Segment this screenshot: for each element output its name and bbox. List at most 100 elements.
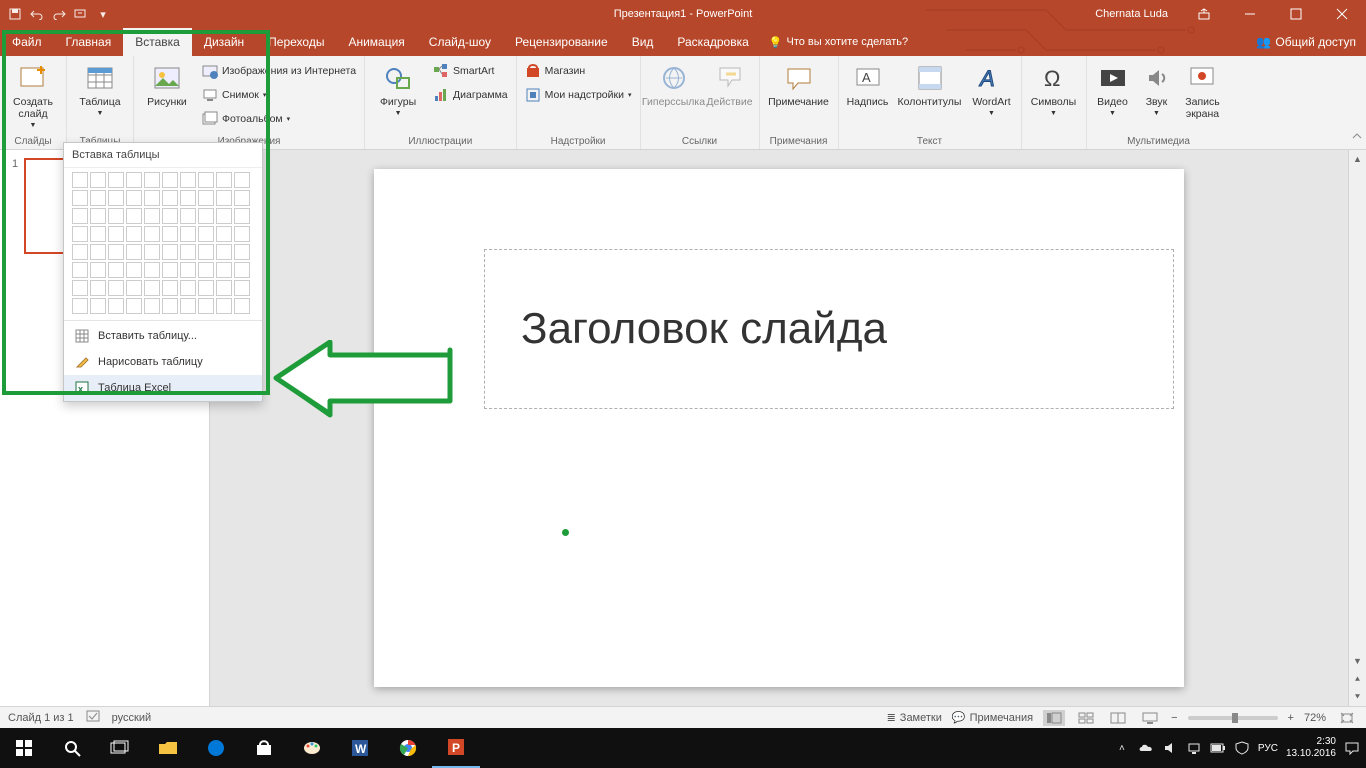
language-indicator[interactable]: русский (112, 712, 151, 724)
grid-cell[interactable] (90, 244, 106, 260)
title-placeholder[interactable]: Заголовок слайда (484, 249, 1174, 409)
grid-cell[interactable] (162, 244, 178, 260)
grid-cell[interactable] (90, 226, 106, 242)
header-footer-button[interactable]: Колонтитулы (895, 58, 965, 134)
grid-cell[interactable] (126, 262, 142, 278)
tab-home[interactable]: Главная (54, 28, 124, 56)
chart-button[interactable]: Диаграмма (429, 84, 512, 106)
wordart-button[interactable]: A WordArt ▼ (967, 58, 1017, 134)
vertical-scrollbar[interactable]: ▲ ▼ ⯅ ⯆ (1348, 150, 1366, 706)
file-explorer-icon[interactable] (144, 728, 192, 768)
grid-cell[interactable] (90, 208, 106, 224)
grid-cell[interactable] (90, 298, 106, 314)
tab-insert[interactable]: Вставка (123, 28, 192, 56)
textbox-button[interactable]: A Надпись (843, 58, 893, 134)
grid-cell[interactable] (72, 298, 88, 314)
smartart-button[interactable]: SmartArt (429, 60, 512, 82)
tell-me-search[interactable]: 💡 Что вы хотите сделать? (761, 28, 916, 56)
close-button[interactable] (1322, 0, 1362, 28)
symbols-button[interactable]: Ω Символы ▼ (1026, 58, 1082, 134)
online-pictures-button[interactable]: Изображения из Интернета (198, 60, 360, 82)
grid-cell[interactable] (198, 190, 214, 206)
grid-cell[interactable] (234, 226, 250, 242)
grid-cell[interactable] (162, 172, 178, 188)
reading-view-button[interactable] (1107, 710, 1129, 726)
grid-cell[interactable] (216, 172, 232, 188)
grid-cell[interactable] (234, 172, 250, 188)
scroll-up-icon[interactable]: ▲ (1349, 150, 1366, 168)
zoom-out-button[interactable]: − (1171, 712, 1177, 724)
task-view-icon[interactable] (96, 728, 144, 768)
edge-icon[interactable] (192, 728, 240, 768)
grid-cell[interactable] (144, 208, 160, 224)
video-button[interactable]: Видео ▼ (1091, 58, 1135, 134)
shapes-button[interactable]: Фигуры ▼ (369, 58, 427, 134)
insert-table-menu-item[interactable]: Вставить таблицу... (64, 323, 262, 349)
scroll-down-icon[interactable]: ▼ (1349, 652, 1366, 670)
grid-cell[interactable] (162, 298, 178, 314)
tab-design[interactable]: Дизайн (192, 28, 256, 56)
grid-cell[interactable] (180, 172, 196, 188)
grid-cell[interactable] (108, 244, 124, 260)
grid-cell[interactable] (126, 280, 142, 296)
slide-counter[interactable]: Слайд 1 из 1 (8, 712, 74, 724)
store-taskbar-icon[interactable] (240, 728, 288, 768)
onedrive-icon[interactable] (1138, 740, 1154, 756)
grid-cell[interactable] (180, 208, 196, 224)
save-icon[interactable] (8, 7, 22, 21)
grid-cell[interactable] (198, 226, 214, 242)
grid-cell[interactable] (198, 298, 214, 314)
tab-storyboard[interactable]: Раскадровка (665, 28, 760, 56)
tray-chevron-icon[interactable]: ˄ (1114, 740, 1130, 756)
grid-cell[interactable] (216, 244, 232, 260)
grid-cell[interactable] (216, 298, 232, 314)
tab-file[interactable]: Файл (0, 28, 54, 56)
normal-view-button[interactable] (1043, 710, 1065, 726)
battery-icon[interactable] (1210, 740, 1226, 756)
tab-review[interactable]: Рецензирование (503, 28, 620, 56)
redo-icon[interactable] (52, 7, 66, 21)
action-center-icon[interactable] (1344, 740, 1360, 756)
grid-cell[interactable] (108, 226, 124, 242)
grid-cell[interactable] (90, 262, 106, 278)
prev-slide-icon[interactable]: ⯅ (1349, 670, 1366, 688)
language-indicator-tray[interactable]: РУС (1258, 743, 1278, 754)
grid-cell[interactable] (180, 298, 196, 314)
table-grid-picker[interactable] (64, 168, 262, 318)
grid-cell[interactable] (162, 262, 178, 278)
grid-cell[interactable] (72, 208, 88, 224)
grid-cell[interactable] (234, 298, 250, 314)
grid-cell[interactable] (162, 190, 178, 206)
spellcheck-icon[interactable] (86, 709, 100, 726)
minimize-button[interactable] (1230, 0, 1270, 28)
network-icon[interactable] (1186, 740, 1202, 756)
grid-cell[interactable] (108, 280, 124, 296)
hyperlink-button[interactable]: Гиперссылка (645, 58, 703, 134)
powerpoint-taskbar-icon[interactable]: P (432, 728, 480, 768)
user-name[interactable]: Chernata Luda (1095, 8, 1178, 20)
maximize-button[interactable] (1276, 0, 1316, 28)
tab-transitions[interactable]: Переходы (256, 28, 336, 56)
slide[interactable]: Заголовок слайда (374, 169, 1184, 687)
grid-cell[interactable] (90, 280, 106, 296)
grid-cell[interactable] (126, 244, 142, 260)
grid-cell[interactable] (144, 244, 160, 260)
grid-cell[interactable] (198, 208, 214, 224)
word-icon[interactable]: W (336, 728, 384, 768)
action-button[interactable]: Действие (705, 58, 755, 134)
grid-cell[interactable] (144, 280, 160, 296)
grid-cell[interactable] (144, 172, 160, 188)
tab-slideshow[interactable]: Слайд-шоу (417, 28, 503, 56)
grid-cell[interactable] (162, 280, 178, 296)
grid-cell[interactable] (198, 280, 214, 296)
grid-cell[interactable] (108, 298, 124, 314)
comment-button[interactable]: Примечание (764, 58, 834, 134)
undo-icon[interactable] (30, 7, 44, 21)
my-addins-button[interactable]: Мои надстройки ▾ (521, 84, 636, 106)
grid-cell[interactable] (216, 226, 232, 242)
grid-cell[interactable] (234, 190, 250, 206)
zoom-in-button[interactable]: + (1288, 712, 1294, 724)
grid-cell[interactable] (180, 244, 196, 260)
zoom-percent[interactable]: 72% (1304, 712, 1326, 724)
volume-icon[interactable] (1162, 740, 1178, 756)
